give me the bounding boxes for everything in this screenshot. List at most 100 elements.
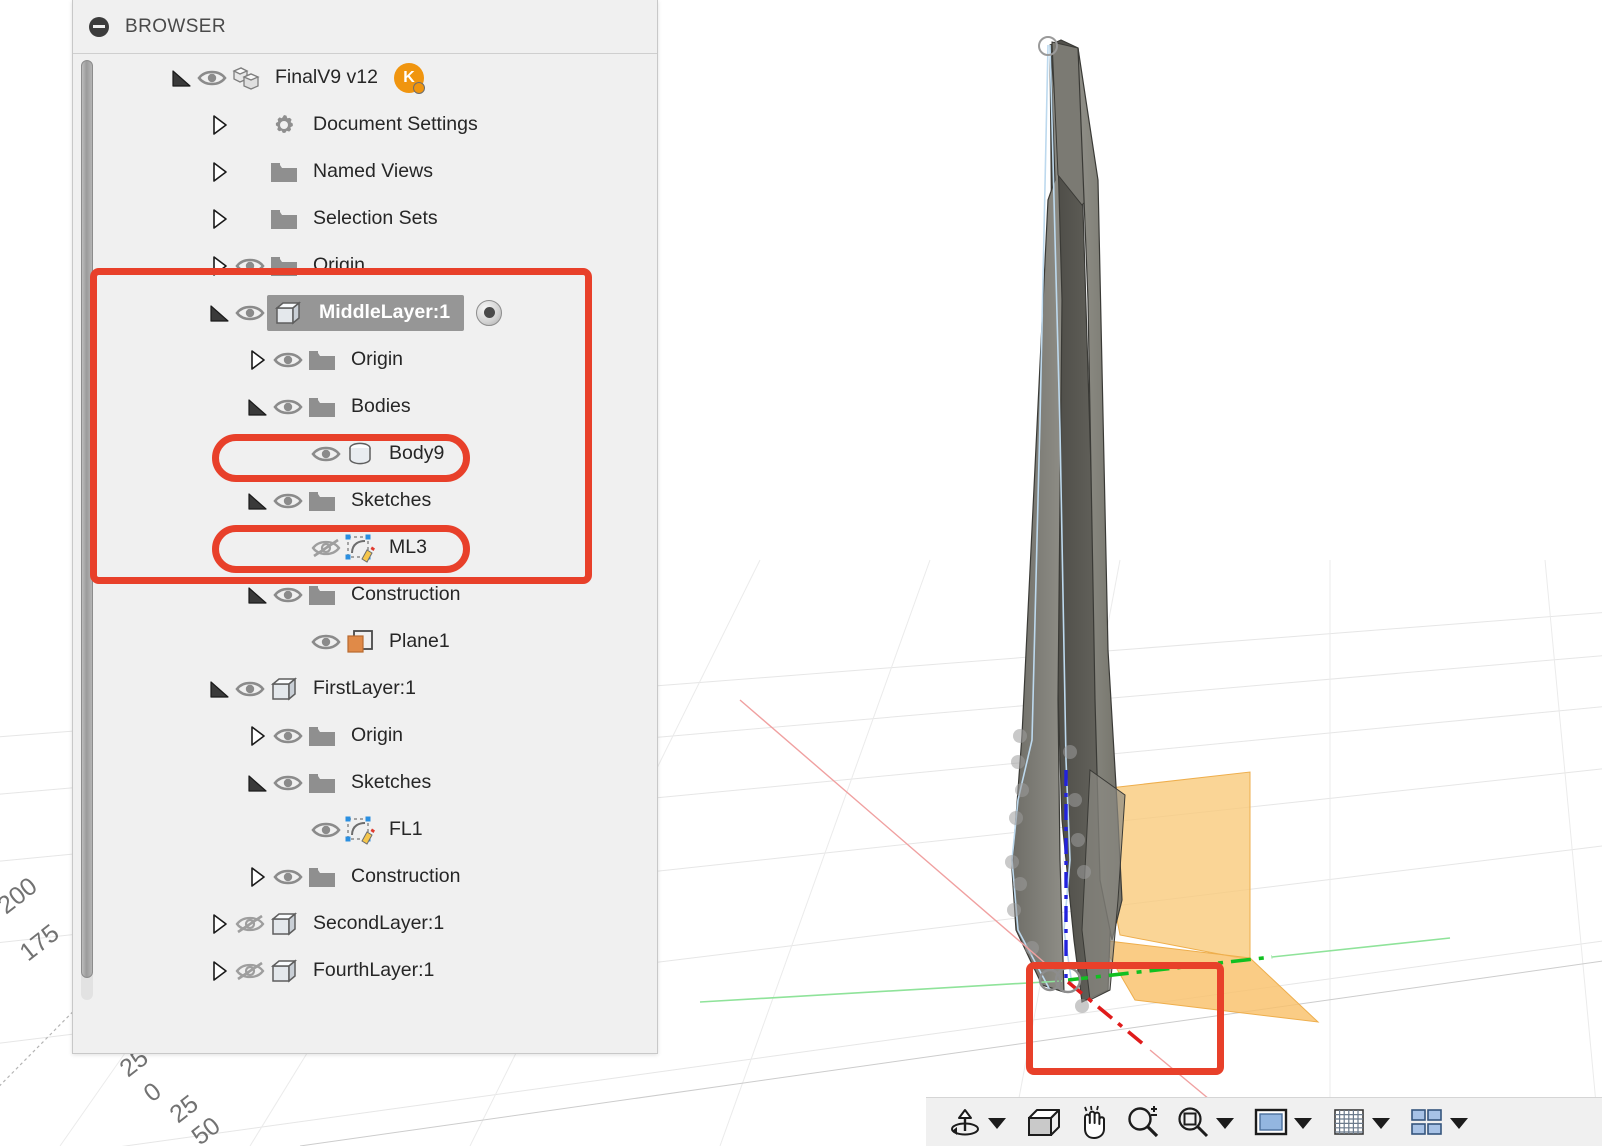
collapse-triangle-icon[interactable] (207, 112, 233, 138)
viewports-icon[interactable] (1406, 1102, 1448, 1142)
navbar-item-viewports[interactable] (1402, 1100, 1480, 1144)
eye-visible-icon[interactable] (309, 629, 343, 655)
sketch-icon (343, 815, 377, 845)
tree-row-label: Origin (351, 724, 404, 746)
tree-row-selsets[interactable]: Selection Sets (73, 195, 657, 242)
tree-row-fl-sketches[interactable]: Sketches (73, 759, 657, 806)
eye-spacer (233, 159, 267, 185)
collapse-triangle-icon[interactable] (207, 911, 233, 937)
tree-row-body9[interactable]: Body9 (73, 430, 657, 477)
navbar-item-fit[interactable] (1168, 1100, 1246, 1144)
tree-row-label: ML3 (389, 536, 427, 558)
chevron-down-icon[interactable] (988, 1117, 1006, 1129)
collapse-triangle-icon[interactable] (207, 206, 233, 232)
eye-visible-icon[interactable] (271, 488, 305, 514)
chevron-down-icon[interactable] (1294, 1117, 1312, 1129)
tree-row-label: Document Settings (313, 113, 478, 135)
page-title: BROWSER (125, 15, 226, 37)
collapse-triangle-icon[interactable] (245, 347, 271, 373)
eye-visible-icon[interactable] (233, 300, 267, 326)
tree-row-label: Construction (351, 865, 461, 887)
expand-triangle-icon[interactable] (207, 676, 233, 702)
chevron-down-icon[interactable] (1216, 1117, 1234, 1129)
eye-visible-icon[interactable] (271, 770, 305, 796)
look-at-icon[interactable] (1022, 1102, 1064, 1142)
expand-triangle-icon[interactable] (169, 65, 195, 91)
navbar-item-grid-snap[interactable] (1324, 1100, 1402, 1144)
tree-row-ml3[interactable]: ML3 (73, 524, 657, 571)
expand-triangle-icon[interactable] (207, 300, 233, 326)
pan-hand-icon[interactable] (1072, 1102, 1114, 1142)
expand-triangle-icon[interactable] (245, 394, 271, 420)
navbar-item-look-at[interactable] (1018, 1100, 1068, 1144)
eye-visible-icon[interactable] (271, 723, 305, 749)
view-navigation-toolbar (926, 1097, 1602, 1146)
eye-visible-icon[interactable] (271, 394, 305, 420)
folder-icon (305, 580, 339, 610)
assembly-icon (229, 63, 263, 93)
eye-hidden-icon[interactable] (233, 911, 267, 937)
tree-row-fourthlayer[interactable]: FourthLayer:1 (73, 947, 657, 994)
tree-row-ml-construct[interactable]: Construction (73, 571, 657, 618)
eye-visible-icon[interactable] (233, 253, 267, 279)
tree-row-ml-origin[interactable]: Origin (73, 336, 657, 383)
expand-triangle-icon[interactable] (245, 582, 271, 608)
selected-row-highlight[interactable]: MiddleLayer:1 (267, 294, 465, 331)
eye-visible-icon[interactable] (309, 441, 343, 467)
chevron-down-icon[interactable] (1372, 1117, 1390, 1129)
y-axis-extension-right (1271, 937, 1451, 958)
component-icon (271, 298, 305, 328)
tree-row-ml-sketches[interactable]: Sketches (73, 477, 657, 524)
eye-hidden-icon[interactable] (309, 535, 343, 561)
navbar-item-zoom[interactable] (1118, 1100, 1168, 1144)
component-icon (267, 909, 301, 939)
navbar-item-pan[interactable] (1068, 1100, 1118, 1144)
display-mode-icon[interactable] (1250, 1102, 1292, 1142)
collapse-triangle-icon[interactable] (245, 864, 271, 890)
eye-hidden-icon[interactable] (233, 958, 267, 984)
tree-row-namedviews[interactable]: Named Views (73, 148, 657, 195)
tree-row-label: Body9 (389, 442, 445, 464)
grid-icon[interactable] (1328, 1102, 1370, 1142)
expand-triangle-icon[interactable] (245, 488, 271, 514)
navbar-item-display-mode[interactable] (1246, 1100, 1324, 1144)
orbit-icon[interactable] (944, 1102, 986, 1142)
eye-visible-icon[interactable] (271, 347, 305, 373)
tree-row-firstlayer[interactable]: FirstLayer:1 (73, 665, 657, 712)
folder-icon (267, 157, 301, 187)
eye-visible-icon[interactable] (271, 864, 305, 890)
collapse-triangle-icon[interactable] (207, 253, 233, 279)
minus-circle-icon[interactable] (89, 16, 109, 37)
tree-row-root[interactable]: FinalV9 v12 K (73, 54, 657, 101)
avatar[interactable]: K (393, 62, 425, 94)
tree-row-label: Origin (313, 254, 366, 276)
folder-icon (305, 768, 339, 798)
tree-row-label: Sketches (351, 489, 432, 511)
tree-row-plane1[interactable]: Plane1 (73, 618, 657, 665)
collapse-triangle-icon[interactable] (245, 723, 271, 749)
collapse-triangle-icon[interactable] (207, 958, 233, 984)
tree-row-docsettings[interactable]: Document Settings (73, 101, 657, 148)
eye-visible-icon[interactable] (271, 582, 305, 608)
tree-row-secondlayer[interactable]: SecondLayer:1 (73, 900, 657, 947)
body-icon (343, 439, 377, 469)
tree-row-origin-root[interactable]: Origin (73, 242, 657, 289)
active-component-radio[interactable] (476, 299, 503, 326)
zoom-window-icon[interactable] (1172, 1102, 1214, 1142)
expand-triangle-icon[interactable] (245, 770, 271, 796)
folder-icon (267, 204, 301, 234)
folder-icon (305, 862, 339, 892)
tree-row-ml-bodies[interactable]: Bodies (73, 383, 657, 430)
browser-panel-header: BROWSER (73, 0, 657, 54)
chevron-down-icon[interactable] (1450, 1117, 1468, 1129)
eye-visible-icon[interactable] (195, 65, 229, 91)
tree-row-middlelayer[interactable]: MiddleLayer:1 (73, 289, 657, 336)
eye-visible-icon[interactable] (309, 817, 343, 843)
collapse-triangle-icon[interactable] (207, 159, 233, 185)
tree-row-fl-construct[interactable]: Construction (73, 853, 657, 900)
zoom-icon[interactable] (1122, 1102, 1164, 1142)
navbar-item-orbit[interactable] (940, 1100, 1018, 1144)
tree-row-fl-origin[interactable]: Origin (73, 712, 657, 759)
eye-visible-icon[interactable] (233, 676, 267, 702)
tree-row-fl1[interactable]: FL1 (73, 806, 657, 853)
